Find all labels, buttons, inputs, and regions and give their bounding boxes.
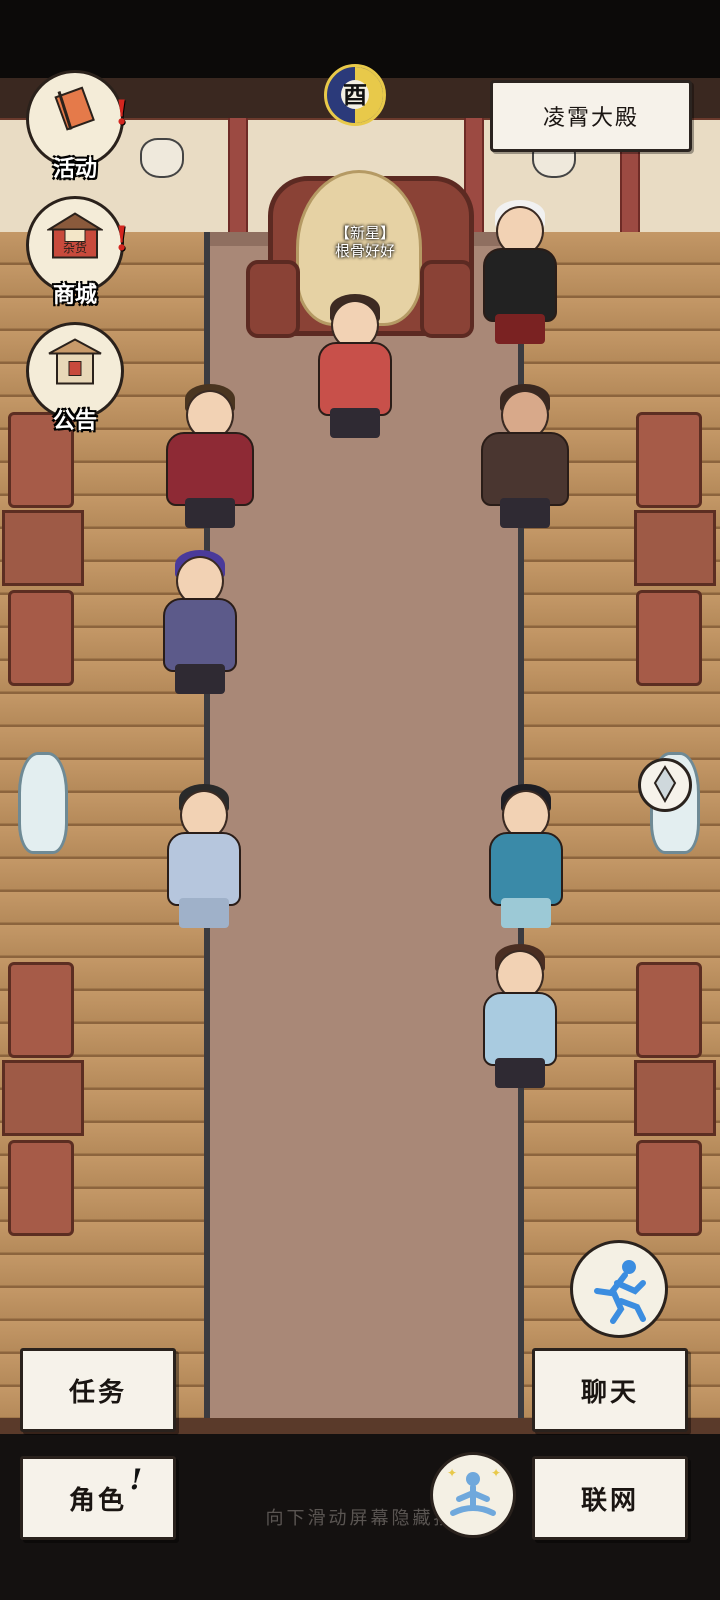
svg-text:✦: ✦ — [447, 1466, 457, 1480]
meditating-figure-icon: ✦ ✦ — [447, 1466, 501, 1516]
table — [2, 1060, 84, 1136]
table — [634, 1060, 716, 1136]
activity-label: 活动 — [52, 156, 97, 182]
chat-label: 聊天 — [580, 1377, 639, 1408]
npc-blue-lady[interactable] — [476, 784, 576, 940]
vase — [18, 752, 68, 854]
chair — [8, 590, 74, 686]
throne-arm — [420, 260, 474, 338]
npc-scarf-swordsman[interactable] — [154, 784, 254, 940]
npc-warrior[interactable] — [470, 384, 580, 540]
notice-gate-icon — [47, 336, 103, 395]
activity-button[interactable]: ! 活动 — [26, 70, 129, 182]
skull-decoration — [140, 138, 184, 178]
player-name: 根骨好好 — [334, 242, 395, 260]
table — [634, 510, 716, 586]
chair — [636, 590, 702, 686]
crystal-icon[interactable] — [638, 758, 692, 812]
activity-alert: ! — [114, 93, 129, 133]
shop-sign: 杂货 — [62, 241, 87, 255]
throne-arm — [246, 260, 300, 338]
meditate-button[interactable]: ✦ ✦ — [430, 1452, 516, 1538]
network-button[interactable]: 联网 — [532, 1456, 688, 1540]
chair — [636, 962, 702, 1058]
shop-button[interactable]: 杂货 ! 商城 — [26, 196, 129, 308]
notice-label: 公告 — [52, 408, 97, 434]
chat-button[interactable]: 聊天 — [532, 1348, 688, 1432]
quest-button[interactable]: 任务 — [20, 1348, 176, 1432]
shop-label: 商城 — [52, 282, 97, 308]
shop-alert: ! — [114, 219, 129, 259]
chair — [8, 962, 74, 1058]
character-button[interactable]: 角色 ! — [20, 1456, 176, 1540]
npc-purple-swordswoman[interactable] — [150, 550, 250, 706]
pillar — [228, 118, 248, 236]
clock-hour-glyph: 酉 — [341, 80, 369, 109]
location-banner: 凌霄大殿 — [490, 80, 692, 152]
character-alert: ! — [129, 1463, 145, 1496]
time-of-day-clock[interactable]: 酉 — [324, 64, 386, 126]
svg-text:✦: ✦ — [491, 1466, 501, 1480]
npc-young-girl[interactable] — [470, 944, 570, 1100]
location-name: 凌霄大殿 — [542, 106, 639, 131]
player-title: 【新星】 — [334, 224, 395, 242]
sprint-button[interactable] — [570, 1240, 668, 1338]
npc-general[interactable] — [160, 384, 260, 540]
player-character[interactable] — [300, 294, 410, 440]
quest-label: 任务 — [68, 1377, 127, 1408]
player-name-tag: 【新星】 根骨好好 — [310, 224, 420, 260]
network-label: 联网 — [580, 1485, 639, 1516]
banner-flag-icon — [51, 86, 99, 141]
running-figure-icon — [594, 1260, 646, 1324]
chair — [8, 1140, 74, 1236]
table — [2, 510, 84, 586]
character-label: 角色 — [68, 1485, 127, 1516]
npc-masked-swordsman[interactable] — [470, 200, 570, 356]
chair — [636, 1140, 702, 1236]
notice-button[interactable]: 公告 — [26, 322, 124, 434]
chair — [636, 412, 702, 508]
